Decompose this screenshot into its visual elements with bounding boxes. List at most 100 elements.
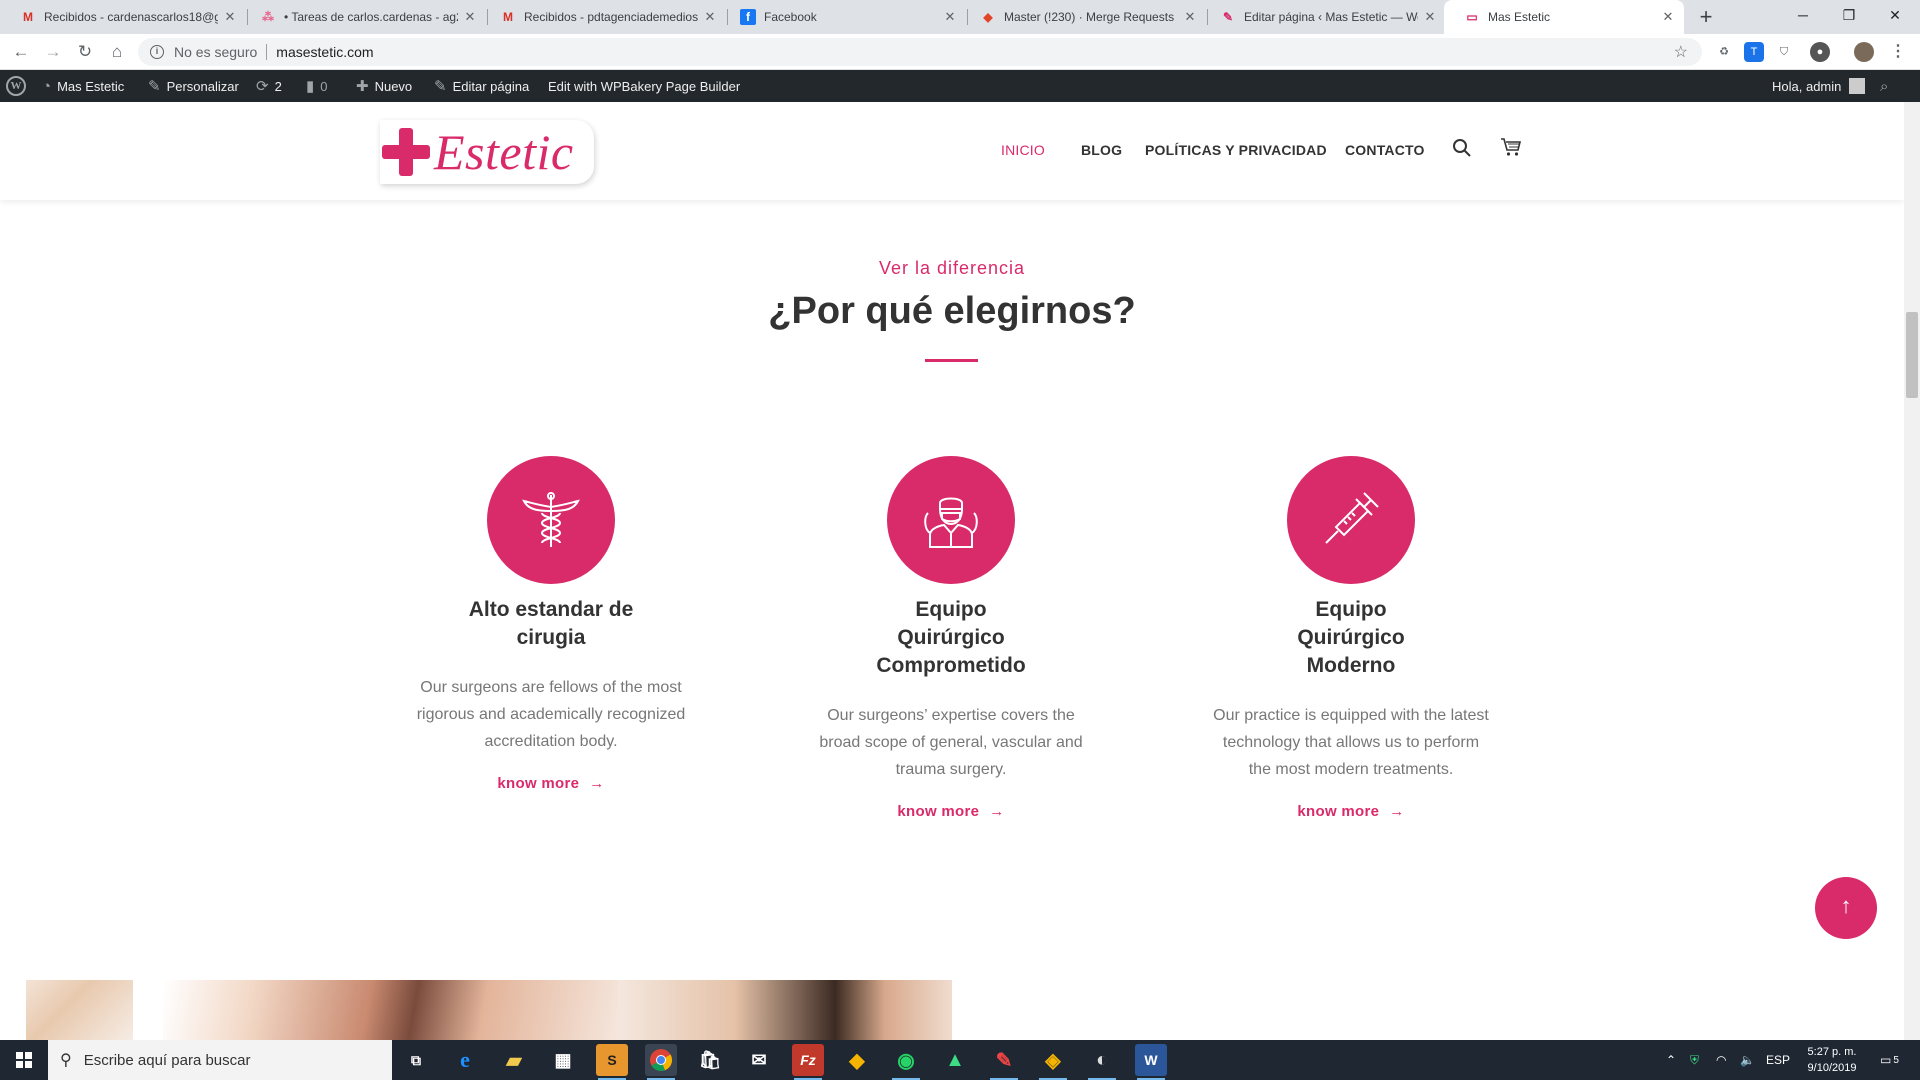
search-icon: ⚲ [60,1052,72,1069]
close-icon[interactable]: ✕ [222,9,238,25]
feature-title: Equipo Quirúrgico Comprometido [801,596,1101,680]
wp-wpbakery[interactable]: Edit with WPBakery Page Builder [548,70,740,102]
back-icon[interactable]: ← [9,40,33,64]
file-explorer-icon[interactable]: ▰ [498,1044,530,1076]
wifi-icon[interactable]: ◠ [1716,1040,1726,1080]
tab-title: Master (!230) · Merge Requests · [1004,10,1178,24]
wp-new[interactable]: ✚ Nuevo [356,70,412,102]
plus-icon: ✚ [356,78,369,95]
back-to-top-button[interactable]: ↑ [1815,877,1877,939]
mail-icon[interactable]: ✉ [743,1044,775,1076]
menu-kebab-icon[interactable]: ⋮ [1888,42,1908,62]
browser-tab[interactable]: ⁂ • Tareas de carlos.cardenas - ag2 ✕ [240,0,486,34]
know-more-link[interactable]: know more → [801,803,1101,820]
close-icon[interactable]: ✕ [702,9,718,25]
sublime-icon[interactable]: S [596,1044,628,1080]
chrome-icon[interactable] [645,1044,677,1080]
feature-text-line: rigorous and academically recognized [416,706,686,723]
gallery-image [618,980,952,1040]
sourcetree-icon[interactable]: ◈ [1037,1044,1069,1080]
taskbar-clock[interactable]: 5:27 p. m. 9/10/2019 [1792,1044,1872,1076]
site-logo[interactable]: Estetic [380,120,594,184]
restore-icon[interactable]: ❐ [1826,0,1872,34]
reload-icon[interactable]: ↻ [73,40,97,64]
nav-item-politicas[interactable]: POLÍTICAS Y PRIVACIDAD [1145,142,1327,158]
volume-icon[interactable]: 🔈 [1740,1040,1755,1080]
close-icon[interactable]: ✕ [1660,9,1676,25]
git-icon[interactable]: ◆ [841,1044,873,1076]
extension-shield-icon[interactable]: ⛉ [1774,42,1794,62]
gmail-icon: M [23,10,33,24]
paint-icon[interactable]: ✎ [988,1044,1020,1080]
browser-tab-active[interactable]: ▭ Mas Estetic ✕ [1444,0,1684,34]
word-icon[interactable]: W [1135,1044,1167,1080]
browser-tab[interactable]: f Facebook ✕ [720,0,966,34]
wp-search[interactable]: ⌕ [1880,70,1888,102]
comment-icon: ▮ [306,78,315,95]
store-icon[interactable]: 🛍 [694,1044,726,1076]
cart-icon[interactable] [1500,136,1522,164]
arrow-up-icon: ↑ [1840,893,1852,918]
windows-taskbar: ⚲ Escribe aquí para buscar ⧉ e ▰ ▦ S 🛍 ✉… [0,1040,1920,1080]
feature-text-line: technology that allows us to perform [1222,734,1480,751]
browser-toolbar: ← → ↻ ⌂ i No es seguro masestetic.com ☆ … [0,34,1920,70]
browser-tab[interactable]: M Recibidos - cardenascarlos18@gm ✕ [0,0,246,34]
info-icon[interactable]: i [150,45,164,59]
know-more-link[interactable]: know more → [401,775,701,792]
new-tab-button[interactable]: + [1692,3,1720,31]
extension-translate-icon[interactable]: T [1744,42,1764,62]
home-icon[interactable]: ⌂ [105,40,129,64]
profile-avatar[interactable] [1854,42,1874,62]
wp-logo-button[interactable]: W [6,70,26,102]
close-icon[interactable]: ✕ [942,9,958,25]
whatsapp-icon[interactable]: ◉ [890,1044,922,1080]
calculator-icon[interactable]: ▦ [547,1044,579,1076]
nav-item-contacto[interactable]: CONTACTO [1345,142,1425,158]
forward-icon[interactable]: → [41,40,65,64]
android-studio-icon[interactable]: ▲ [939,1044,971,1076]
feature-description: Our surgeons’ expertise covers the broad… [801,702,1101,783]
wp-site-name[interactable]: ◔ Mas Estetic [42,70,124,102]
browser-tab[interactable]: ◆ Master (!230) · Merge Requests · ✕ [960,0,1206,34]
feature-title-line: Quirúrgico [1297,626,1405,649]
wp-updates[interactable]: ⟳ 2 [256,70,282,102]
taskbar-search[interactable]: ⚲ Escribe aquí para buscar [48,1040,392,1080]
tab-title: Facebook [764,10,817,24]
bookmark-star-icon[interactable]: ☆ [1674,42,1688,62]
syringe-icon [1325,492,1379,544]
notifications-button[interactable]: ▭ 5 [1880,1040,1899,1080]
feature-card: Equipo Quirúrgico Moderno Our practice i… [1201,456,1501,820]
language-indicator[interactable]: ESP [1766,1040,1790,1080]
browser-tab[interactable]: M Recibidos - pdtagenciademedios ✕ [480,0,726,34]
close-icon[interactable]: ✕ [1182,9,1198,25]
wp-edit-page[interactable]: ✎ Editar página [434,70,529,102]
extension-circle-icon[interactable]: ● [1810,42,1830,62]
nav-item-inicio[interactable]: INICIO [1001,142,1045,158]
wp-account[interactable]: Hola, admin [1772,70,1866,102]
wp-comments[interactable]: ▮ 0 [306,70,328,102]
show-hidden-icons[interactable]: ⌃ [1666,1040,1676,1080]
edge-icon[interactable]: e [449,1044,481,1076]
browser-tab[interactable]: ✎ Editar página ‹ Mas Estetic — Wo ✕ [1200,0,1446,34]
scrollbar-thumb[interactable] [1906,312,1918,398]
minimize-icon[interactable]: ─ [1780,0,1826,34]
extension-recycle-icon[interactable]: ♻ [1714,42,1734,62]
feature-card: Alto estandar de cirugia Our surgeons ar… [401,456,701,792]
filezilla-icon[interactable]: Fz [792,1044,824,1080]
feature-title-line: cirugia [516,626,586,649]
task-view-icon[interactable]: ⧉ [400,1044,432,1076]
url-text[interactable]: masestetic.com [276,44,373,60]
know-more-link[interactable]: know more → [1201,803,1501,820]
paint3d-icon[interactable]: ◐ [1086,1044,1118,1080]
defender-icon[interactable]: ⛨ [1690,1040,1699,1080]
search-icon[interactable] [1452,138,1472,164]
wp-customize[interactable]: ✎ Personalizar [148,70,239,102]
nav-item-blog[interactable]: BLOG [1081,142,1122,158]
page-scrollbar[interactable] [1904,102,1920,1040]
close-icon[interactable]: ✕ [1422,9,1438,25]
close-window-icon[interactable]: ✕ [1872,0,1918,34]
dashboard-icon: ◔ [42,77,52,95]
close-icon[interactable]: ✕ [462,9,478,25]
address-bar[interactable]: i No es seguro masestetic.com ☆ [138,38,1702,66]
start-button[interactable] [0,1040,48,1080]
